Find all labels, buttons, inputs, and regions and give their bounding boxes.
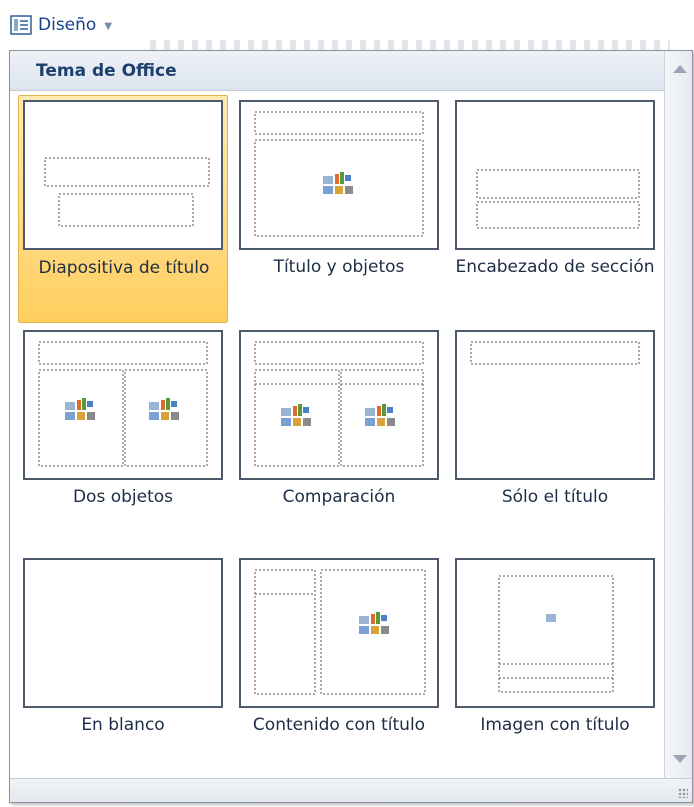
- layout-thumbnail: [23, 330, 223, 480]
- layout-label: Contenido con título: [252, 715, 426, 735]
- gallery-section-title: Tema de Office: [10, 51, 664, 91]
- layout-label: Sólo el título: [501, 487, 609, 507]
- layout-gallery: Tema de Office Diapositiva de título Tít…: [9, 50, 693, 803]
- layout-item-comparison[interactable]: Comparación: [234, 325, 444, 553]
- gallery-footer: [10, 778, 692, 802]
- layout-thumbnail: [239, 330, 439, 480]
- layout-thumbnail: [455, 558, 655, 708]
- layout-icon: [10, 15, 32, 35]
- layout-thumbnail: [239, 100, 439, 250]
- scroll-up-icon[interactable]: [673, 65, 687, 73]
- layout-label: Diapositiva de título: [38, 258, 210, 278]
- layout-label: En blanco: [81, 715, 165, 735]
- layout-label: Imagen con título: [480, 715, 630, 735]
- layout-item-section-header[interactable]: Encabezado de sección: [450, 95, 660, 323]
- layout-item-title-slide[interactable]: Diapositiva de título: [18, 95, 228, 323]
- layout-item-title-only[interactable]: Sólo el título: [450, 325, 660, 553]
- layout-item-title-content[interactable]: Título y objetos: [234, 95, 444, 323]
- layout-label: Comparación: [282, 487, 396, 507]
- layout-label: Título y objetos: [273, 257, 405, 277]
- resize-grip-icon[interactable]: [678, 788, 688, 798]
- layout-thumbnail: [23, 558, 223, 708]
- layout-label: Dos objetos: [72, 487, 174, 507]
- gallery-scrollbar[interactable]: [664, 51, 692, 779]
- layout-thumbnail: [455, 100, 655, 250]
- layout-thumbnail: [23, 100, 223, 250]
- layout-label: Encabezado de sección: [455, 257, 655, 277]
- layout-item-blank[interactable]: En blanco: [18, 553, 228, 781]
- layout-button[interactable]: Diseño ▼: [10, 12, 112, 38]
- layout-item-content-caption[interactable]: Contenido con título: [234, 553, 444, 781]
- layout-thumbnail: [239, 558, 439, 708]
- layout-item-two-content[interactable]: Dos objetos: [18, 325, 228, 553]
- layout-item-picture-caption[interactable]: Imagen con título: [450, 553, 660, 781]
- layout-button-label: Diseño: [38, 15, 97, 35]
- chevron-down-icon[interactable]: ▼: [104, 21, 112, 32]
- layout-thumbnail: [455, 330, 655, 480]
- scroll-down-icon[interactable]: [673, 755, 687, 763]
